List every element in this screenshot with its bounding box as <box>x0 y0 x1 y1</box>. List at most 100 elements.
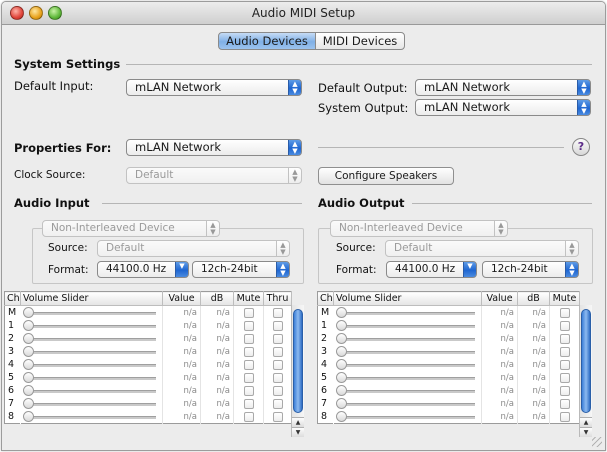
channel-value[interactable]: n/a <box>162 371 201 384</box>
mute-checkbox[interactable] <box>559 399 570 409</box>
audio-output-bits-popup[interactable]: 12ch-24bit ▲ ▼ <box>482 261 579 278</box>
slider-knob[interactable] <box>336 307 347 318</box>
mute-checkbox[interactable] <box>243 386 254 396</box>
default-input-popup[interactable]: mLAN Network ▲ ▼ <box>126 79 302 96</box>
configure-speakers-button[interactable]: Configure Speakers <box>318 167 454 185</box>
channel-value[interactable]: n/a <box>481 358 518 371</box>
mute-checkbox[interactable] <box>243 308 254 318</box>
channel-value[interactable]: n/a <box>481 384 518 397</box>
channel-value[interactable]: n/a <box>481 397 518 410</box>
slider-knob[interactable] <box>336 372 347 383</box>
mute-checkbox[interactable] <box>243 360 254 370</box>
scroll-thumb[interactable] <box>581 309 591 413</box>
audio-input-device-mode-popup[interactable]: Non-Interleaved Device ▲ ▼ <box>42 220 220 237</box>
column-header-ch[interactable]: Ch <box>317 291 334 306</box>
mute-checkbox[interactable] <box>243 347 254 357</box>
column-header-db[interactable]: dB <box>517 291 550 306</box>
channel-db[interactable]: n/a <box>517 345 550 358</box>
channel-value[interactable]: n/a <box>162 305 201 319</box>
column-header-thru[interactable]: Thru <box>263 291 292 306</box>
channel-db[interactable]: n/a <box>517 305 550 319</box>
slider-knob[interactable] <box>23 411 34 422</box>
channel-value[interactable]: n/a <box>162 397 201 410</box>
volume-slider[interactable] <box>20 358 163 371</box>
volume-slider[interactable] <box>333 332 482 345</box>
clock-source-popup[interactable]: Default ▲ ▼ <box>126 167 302 184</box>
channel-db[interactable]: n/a <box>517 358 550 371</box>
column-header-mute[interactable]: Mute <box>549 291 580 306</box>
thru-checkbox[interactable] <box>272 334 283 344</box>
channel-value[interactable]: n/a <box>481 332 518 345</box>
channel-value[interactable]: n/a <box>481 319 518 332</box>
channel-value[interactable]: n/a <box>481 371 518 384</box>
thru-checkbox[interactable] <box>272 399 283 409</box>
slider-knob[interactable] <box>336 359 347 370</box>
channel-value[interactable]: n/a <box>162 345 201 358</box>
channel-db[interactable]: n/a <box>517 397 550 410</box>
slider-knob[interactable] <box>336 320 347 331</box>
column-header-db[interactable]: dB <box>200 291 234 306</box>
thru-checkbox[interactable] <box>272 373 283 383</box>
mute-checkbox[interactable] <box>243 373 254 383</box>
slider-knob[interactable] <box>23 398 34 409</box>
channel-db[interactable]: n/a <box>200 305 234 319</box>
slider-knob[interactable] <box>23 333 34 344</box>
column-header-mute[interactable]: Mute <box>233 291 264 306</box>
system-output-popup[interactable]: mLAN Network ▲ ▼ <box>415 99 591 116</box>
channel-db[interactable]: n/a <box>200 397 234 410</box>
tab-audio-devices[interactable]: Audio Devices <box>218 32 316 50</box>
slider-knob[interactable] <box>23 372 34 383</box>
slider-knob[interactable] <box>23 346 34 357</box>
scroll-down-arrow-icon[interactable]: ▼ <box>580 427 592 437</box>
mute-checkbox[interactable] <box>559 334 570 344</box>
channel-value[interactable]: n/a <box>162 332 201 345</box>
scroll-down-arrow-icon[interactable]: ▼ <box>292 427 304 437</box>
tab-midi-devices[interactable]: MIDI Devices <box>315 32 405 50</box>
channel-db[interactable]: n/a <box>200 319 234 332</box>
audio-output-source-popup[interactable]: Default ▲ ▼ <box>385 240 579 257</box>
volume-slider[interactable] <box>333 371 482 384</box>
thru-checkbox[interactable] <box>272 412 283 422</box>
slider-knob[interactable] <box>336 333 347 344</box>
default-output-popup[interactable]: mLAN Network ▲ ▼ <box>415 79 591 96</box>
properties-for-popup[interactable]: mLAN Network ▲ ▼ <box>126 139 302 156</box>
audio-input-bits-popup[interactable]: 12ch-24bit ▲ ▼ <box>192 261 290 278</box>
mute-checkbox[interactable] <box>559 308 570 318</box>
thru-checkbox[interactable] <box>272 386 283 396</box>
channel-db[interactable]: n/a <box>200 410 234 424</box>
volume-slider[interactable] <box>333 410 482 424</box>
column-header-volume-slider[interactable]: Volume Slider <box>333 291 482 306</box>
thru-checkbox[interactable] <box>272 347 283 357</box>
mute-checkbox[interactable] <box>243 399 254 409</box>
audio-output-scrollbar[interactable]: ▲ ▼ <box>579 305 592 437</box>
volume-slider[interactable] <box>333 384 482 397</box>
slider-knob[interactable] <box>336 346 347 357</box>
help-button[interactable]: ? <box>572 138 590 156</box>
volume-slider[interactable] <box>20 332 163 345</box>
slider-knob[interactable] <box>336 385 347 396</box>
audio-output-device-mode-popup[interactable]: Non-Interleaved Device ▲ ▼ <box>330 220 508 237</box>
volume-slider[interactable] <box>333 305 482 319</box>
channel-db[interactable]: n/a <box>200 384 234 397</box>
channel-db[interactable]: n/a <box>200 371 234 384</box>
audio-input-source-popup[interactable]: Default ▲ ▼ <box>97 240 290 257</box>
column-header-ch[interactable]: Ch <box>4 291 21 306</box>
channel-db[interactable]: n/a <box>517 332 550 345</box>
slider-knob[interactable] <box>23 320 34 331</box>
volume-slider[interactable] <box>20 319 163 332</box>
mute-checkbox[interactable] <box>559 412 570 422</box>
channel-value[interactable]: n/a <box>162 319 201 332</box>
column-header-value[interactable]: Value <box>162 291 201 306</box>
column-header-value[interactable]: Value <box>481 291 518 306</box>
volume-slider[interactable] <box>333 319 482 332</box>
mute-checkbox[interactable] <box>559 321 570 331</box>
channel-db[interactable]: n/a <box>200 345 234 358</box>
channel-db[interactable]: n/a <box>200 332 234 345</box>
thru-checkbox[interactable] <box>272 321 283 331</box>
volume-slider[interactable] <box>20 371 163 384</box>
volume-slider[interactable] <box>20 410 163 424</box>
thru-checkbox[interactable] <box>272 308 283 318</box>
resize-grip[interactable] <box>592 437 602 447</box>
audio-input-rate-popup[interactable]: 44100.0 Hz ▼ <box>97 261 189 278</box>
channel-db[interactable]: n/a <box>517 384 550 397</box>
